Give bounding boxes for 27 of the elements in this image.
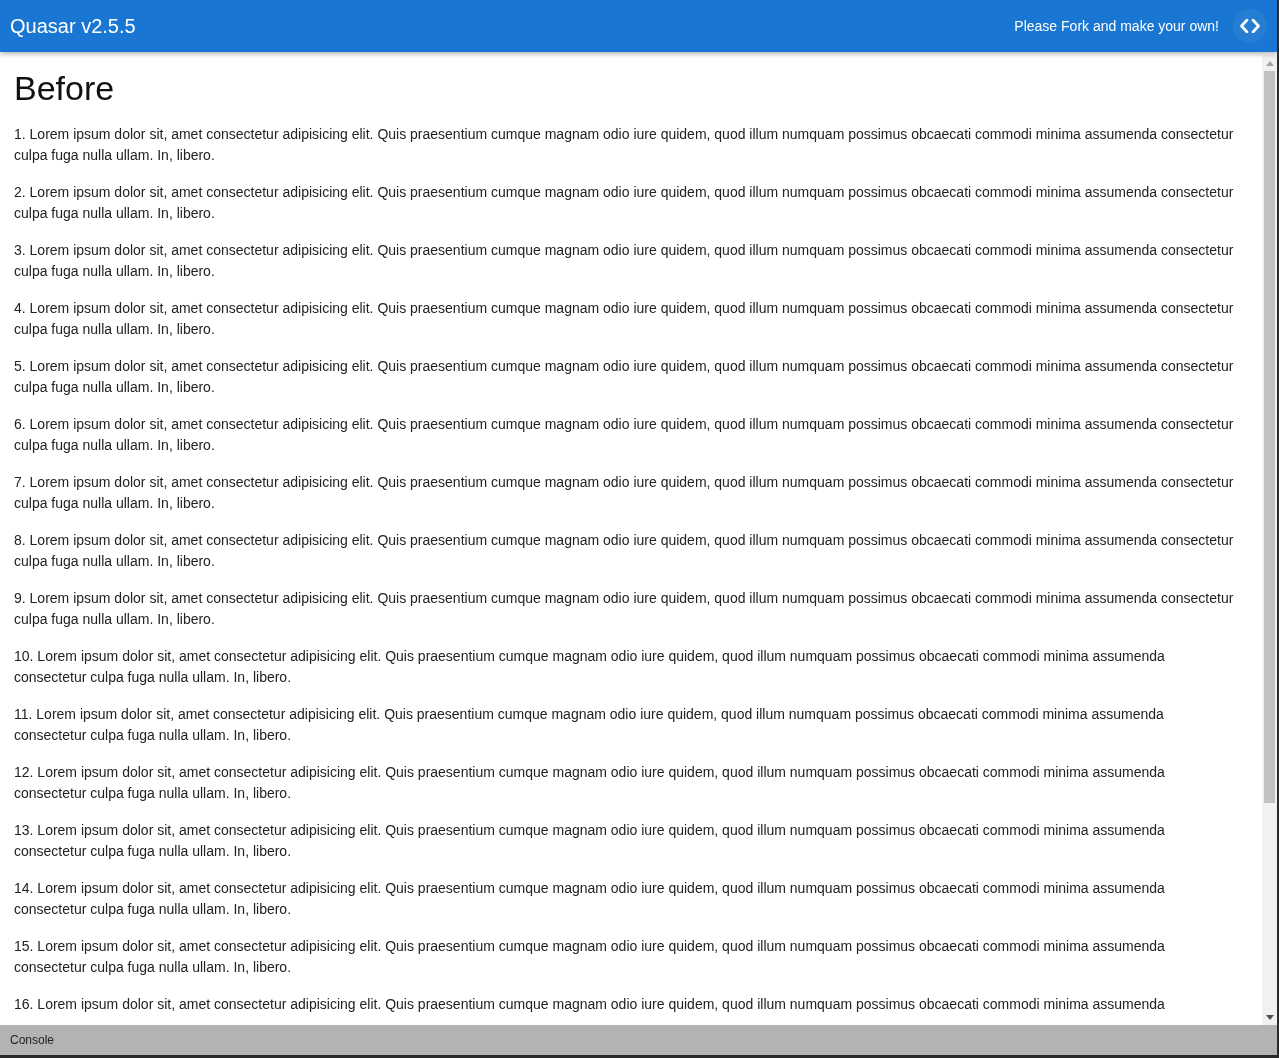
lorem-paragraph: 6. Lorem ipsum dolor sit, amet consectetur adipisicing elit. Quis praesentium cumque magnam odio iure quidem, quod illum numquam possimus obcaecati commodi minima assumenda consectetur culpa fuga nulla ullam. In, libero. bbox=[14, 415, 1235, 455]
app-title: Quasar v2.5.5 bbox=[10, 16, 136, 36]
lorem-paragraph: 2. Lorem ipsum dolor sit, amet consectetur adipisicing elit. Quis praesentium cumque magnam odio iure quidem, quod illum numquam possimus obcaecati commodi minima assumenda consectetur culpa fuga nulla ullam. In, libero. bbox=[14, 183, 1235, 223]
lorem-paragraph: 10. Lorem ipsum dolor sit, amet consectetur adipisicing elit. Quis praesentium cumque magnam odio iure quidem, quod illum numquam possimus obcaecati commodi minima assumenda consectetur culpa fuga nulla ullam. In, libero. bbox=[14, 647, 1166, 687]
lorem-paragraph: 1. Lorem ipsum dolor sit, amet consectetur adipisicing elit. Quis praesentium cumque magnam odio iure quidem, quod illum numquam possimus obcaecati commodi minima assumenda consectetur culpa fuga nulla ullam. In, libero. bbox=[14, 125, 1235, 165]
lorem-paragraph: 5. Lorem ipsum dolor sit, amet consectetur adipisicing elit. Quis praesentium cumque magnam odio iure quidem, quod illum numquam possimus obcaecati commodi minima assumenda consectetur culpa fuga nulla ullam. In, libero. bbox=[14, 357, 1235, 397]
lorem-paragraph: 9. Lorem ipsum dolor sit, amet consectetur adipisicing elit. Quis praesentium cumque magnam odio iure quidem, quod illum numquam possimus obcaecati commodi minima assumenda consectetur culpa fuga nulla ullam. In, libero. bbox=[14, 589, 1235, 629]
header-message: Please Fork and make your own! bbox=[1014, 16, 1219, 36]
scroll-down-arrow-icon[interactable] bbox=[1265, 1015, 1274, 1020]
scrollbar[interactable] bbox=[1262, 55, 1277, 1025]
lorem-paragraph: 14. Lorem ipsum dolor sit, amet consectetur adipisicing elit. Quis praesentium cumque magnam odio iure quidem, quod illum numquam possimus obcaecati commodi minima assumenda consectetur culpa fuga nulla ullam. In, libero. bbox=[14, 879, 1166, 919]
scroll-up-arrow-icon[interactable] bbox=[1265, 61, 1274, 66]
code-icon bbox=[1240, 19, 1260, 33]
lorem-paragraph: 16. Lorem ipsum dolor sit, amet consectetur adipisicing elit. Quis praesentium cumque magnam odio iure quidem, quod illum numquam possimus obcaecati commodi minima assumenda bbox=[14, 995, 1166, 1014]
lorem-paragraph: 3. Lorem ipsum dolor sit, amet consectetur adipisicing elit. Quis praesentium cumque magnam odio iure quidem, quod illum numquam possimus obcaecati commodi minima assumenda consectetur culpa fuga nulla ullam. In, libero. bbox=[14, 241, 1235, 281]
code-button[interactable] bbox=[1233, 9, 1267, 43]
page-heading: Before bbox=[14, 68, 116, 108]
console-bar[interactable]: Console bbox=[0, 1025, 1277, 1055]
lorem-paragraph: 13. Lorem ipsum dolor sit, amet consectetur adipisicing elit. Quis praesentium cumque magnam odio iure quidem, quod illum numquam possimus obcaecati commodi minima assumenda consectetur culpa fuga nulla ullam. In, libero. bbox=[14, 821, 1166, 861]
lorem-paragraph: 7. Lorem ipsum dolor sit, amet consectetur adipisicing elit. Quis praesentium cumque magnam odio iure quidem, quod illum numquam possimus obcaecati commodi minima assumenda consectetur culpa fuga nulla ullam. In, libero. bbox=[14, 473, 1235, 513]
lorem-paragraph: 8. Lorem ipsum dolor sit, amet consectetur adipisicing elit. Quis praesentium cumque magnam odio iure quidem, quod illum numquam possimus obcaecati commodi minima assumenda consectetur culpa fuga nulla ullam. In, libero. bbox=[14, 531, 1235, 571]
lorem-paragraph: 11. Lorem ipsum dolor sit, amet consectetur adipisicing elit. Quis praesentium cumque magnam odio iure quidem, quod illum numquam possimus obcaecati commodi minima assumenda consectetur culpa fuga nulla ullam. In, libero. bbox=[14, 705, 1165, 745]
scroll-thumb[interactable] bbox=[1264, 71, 1275, 803]
lorem-paragraph: 15. Lorem ipsum dolor sit, amet consectetur adipisicing elit. Quis praesentium cumque magnam odio iure quidem, quod illum numquam possimus obcaecati commodi minima assumenda consectetur culpa fuga nulla ullam. In, libero. bbox=[14, 937, 1166, 977]
lorem-paragraph: 4. Lorem ipsum dolor sit, amet consectetur adipisicing elit. Quis praesentium cumque magnam odio iure quidem, quod illum numquam possimus obcaecati commodi minima assumenda consectetur culpa fuga nulla ullam. In, libero. bbox=[14, 299, 1235, 339]
console-label: Console bbox=[10, 1032, 55, 1049]
lorem-paragraph: 12. Lorem ipsum dolor sit, amet consectetur adipisicing elit. Quis praesentium cumque magnam odio iure quidem, quod illum numquam possimus obcaecati commodi minima assumenda consectetur culpa fuga nulla ullam. In, libero. bbox=[14, 763, 1166, 803]
